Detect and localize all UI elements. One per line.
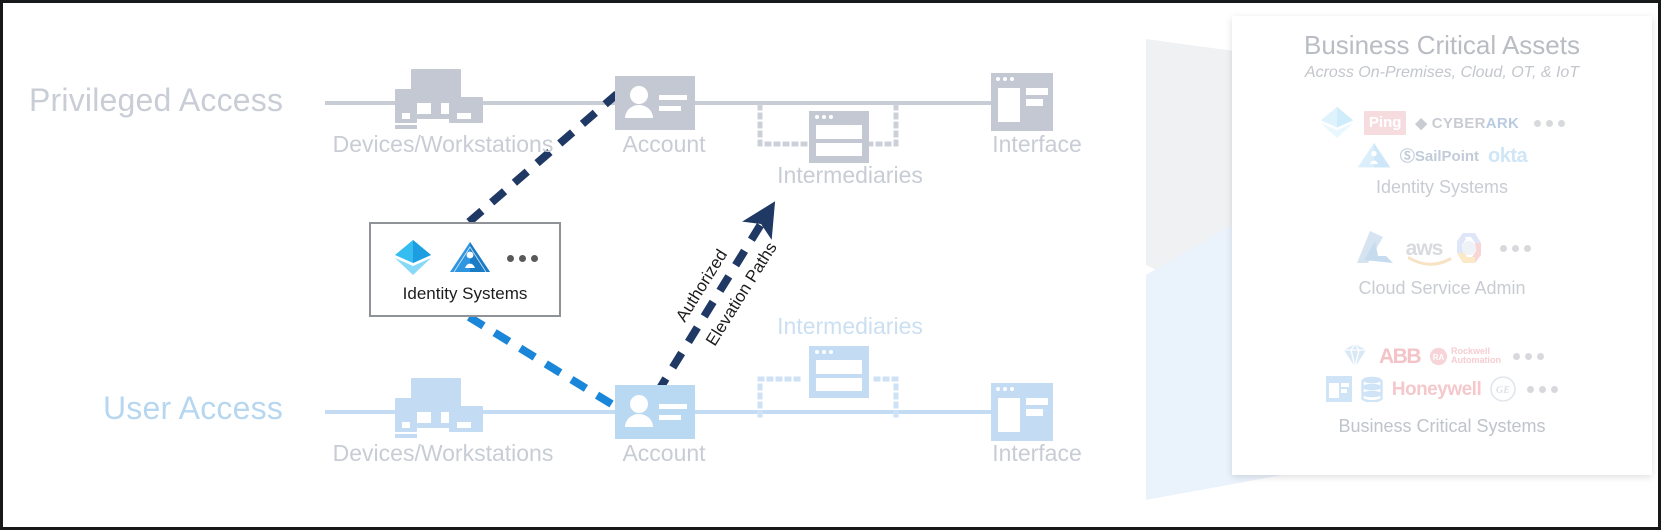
elevation-line-identity-to-user-account <box>466 313 626 415</box>
more-dots-icon <box>506 254 538 262</box>
workstation-icon <box>395 378 483 438</box>
honeywell-logo: Honeywell <box>1391 378 1482 400</box>
more-dots-icon <box>1527 385 1559 393</box>
sap-diamond-logo <box>1344 343 1366 368</box>
browser-window-icon <box>991 383 1053 441</box>
active-directory-pyramid-icon <box>449 242 490 273</box>
elevation-arrow-user-to-privileged <box>653 201 776 396</box>
more-dots-icon <box>1534 119 1566 127</box>
bracket-user-intermediaries-right <box>866 376 899 418</box>
asset-group-caption: Business Critical Systems <box>1338 416 1546 436</box>
workstation-icon <box>395 69 483 129</box>
ping-identity-logo: Ping <box>1363 111 1407 135</box>
bracket-priv-intermediaries-left <box>757 103 812 147</box>
business-critical-assets-panel: Business Critical Assets Across On-Premi… <box>1232 16 1652 475</box>
browser-window-icon <box>1325 376 1352 402</box>
asset-row: ABB RA Rockwell Automation <box>1340 341 1544 371</box>
more-dots-icon <box>1513 352 1544 360</box>
asset-group-caption: Cloud Service Admin <box>1358 278 1526 298</box>
azure-ad-diamond-icon <box>1320 106 1353 139</box>
node-label-privileged-interface: Interface <box>992 131 1082 157</box>
node-label-privileged-devices: Devices/Workstations <box>332 131 554 157</box>
svg-text:GE: GE <box>1496 385 1510 396</box>
node-label-user-interface: Interface <box>992 440 1082 466</box>
database-icon <box>1361 376 1383 402</box>
identity-systems-callout[interactable]: Identity Systems <box>369 222 561 317</box>
sailpoint-logo: ⓈSailPoint <box>1399 147 1480 165</box>
azure-logo <box>1356 231 1393 263</box>
assets-panel-title: Business Critical Assets <box>1304 30 1580 60</box>
asset-row: ⓈSailPoint okta <box>1357 141 1528 171</box>
aws-logo: aws <box>1406 238 1452 266</box>
ge-logo: GE <box>1490 376 1517 402</box>
more-dots-icon <box>1500 244 1532 252</box>
node-label-user-devices: Devices/Workstations <box>332 440 554 466</box>
active-directory-pyramid-icon <box>1357 143 1391 168</box>
bracket-user-intermediaries-left <box>757 376 806 418</box>
browser-window-icon <box>991 73 1053 131</box>
identity-systems-caption: Identity Systems <box>402 284 528 303</box>
asset-group-business-critical-systems: ABB RA Rockwell Automation Honeywell GE … <box>1232 341 1652 437</box>
node-label-user-account: Account <box>622 440 706 466</box>
node-label-privileged-account: Account <box>622 131 706 157</box>
diagram-canvas: Privileged Access Devices/Workstations A… <box>0 0 1661 530</box>
abb-logo: ABB <box>1379 344 1422 368</box>
account-card-icon <box>615 385 695 439</box>
window-stack-icon <box>809 346 869 398</box>
node-label-user-intermediaries: Intermediaries <box>777 313 923 339</box>
identity-systems-icons <box>371 237 559 279</box>
asset-group-identity-systems: Ping ◆ CYBERARK ⓈSailPoint okta Identity… <box>1232 106 1652 198</box>
elevation-line-identity-to-privileged-account <box>466 90 620 226</box>
row-title-user-access: User Access <box>103 390 284 426</box>
account-card-icon <box>615 76 695 130</box>
asset-group-caption: Identity Systems <box>1375 177 1509 197</box>
asset-group-cloud-service-admin: aws Cloud Service Admin <box>1232 228 1652 299</box>
assets-panel-subtitle: Across On-Premises, Cloud, OT, & IoT <box>1304 64 1580 81</box>
node-label-privileged-intermediaries: Intermediaries <box>777 162 923 188</box>
asset-row: Ping ◆ CYBERARK <box>1319 106 1566 139</box>
cyberark-logo: ◆ CYBERARK <box>1415 114 1520 132</box>
asset-row: aws <box>1353 228 1532 268</box>
asset-row: Honeywell GE <box>1325 374 1559 404</box>
row-title-privileged-access: Privileged Access <box>29 82 284 118</box>
bracket-priv-intermediaries-right <box>866 103 899 147</box>
window-stack-icon <box>809 111 869 163</box>
rockwell-automation-logo: RA Rockwell Automation <box>1429 346 1501 366</box>
azure-ad-diamond-icon <box>394 240 431 275</box>
okta-logo: okta <box>1488 145 1528 167</box>
google-cloud-logo <box>1457 233 1482 263</box>
svg-text:RA: RA <box>1433 353 1445 362</box>
